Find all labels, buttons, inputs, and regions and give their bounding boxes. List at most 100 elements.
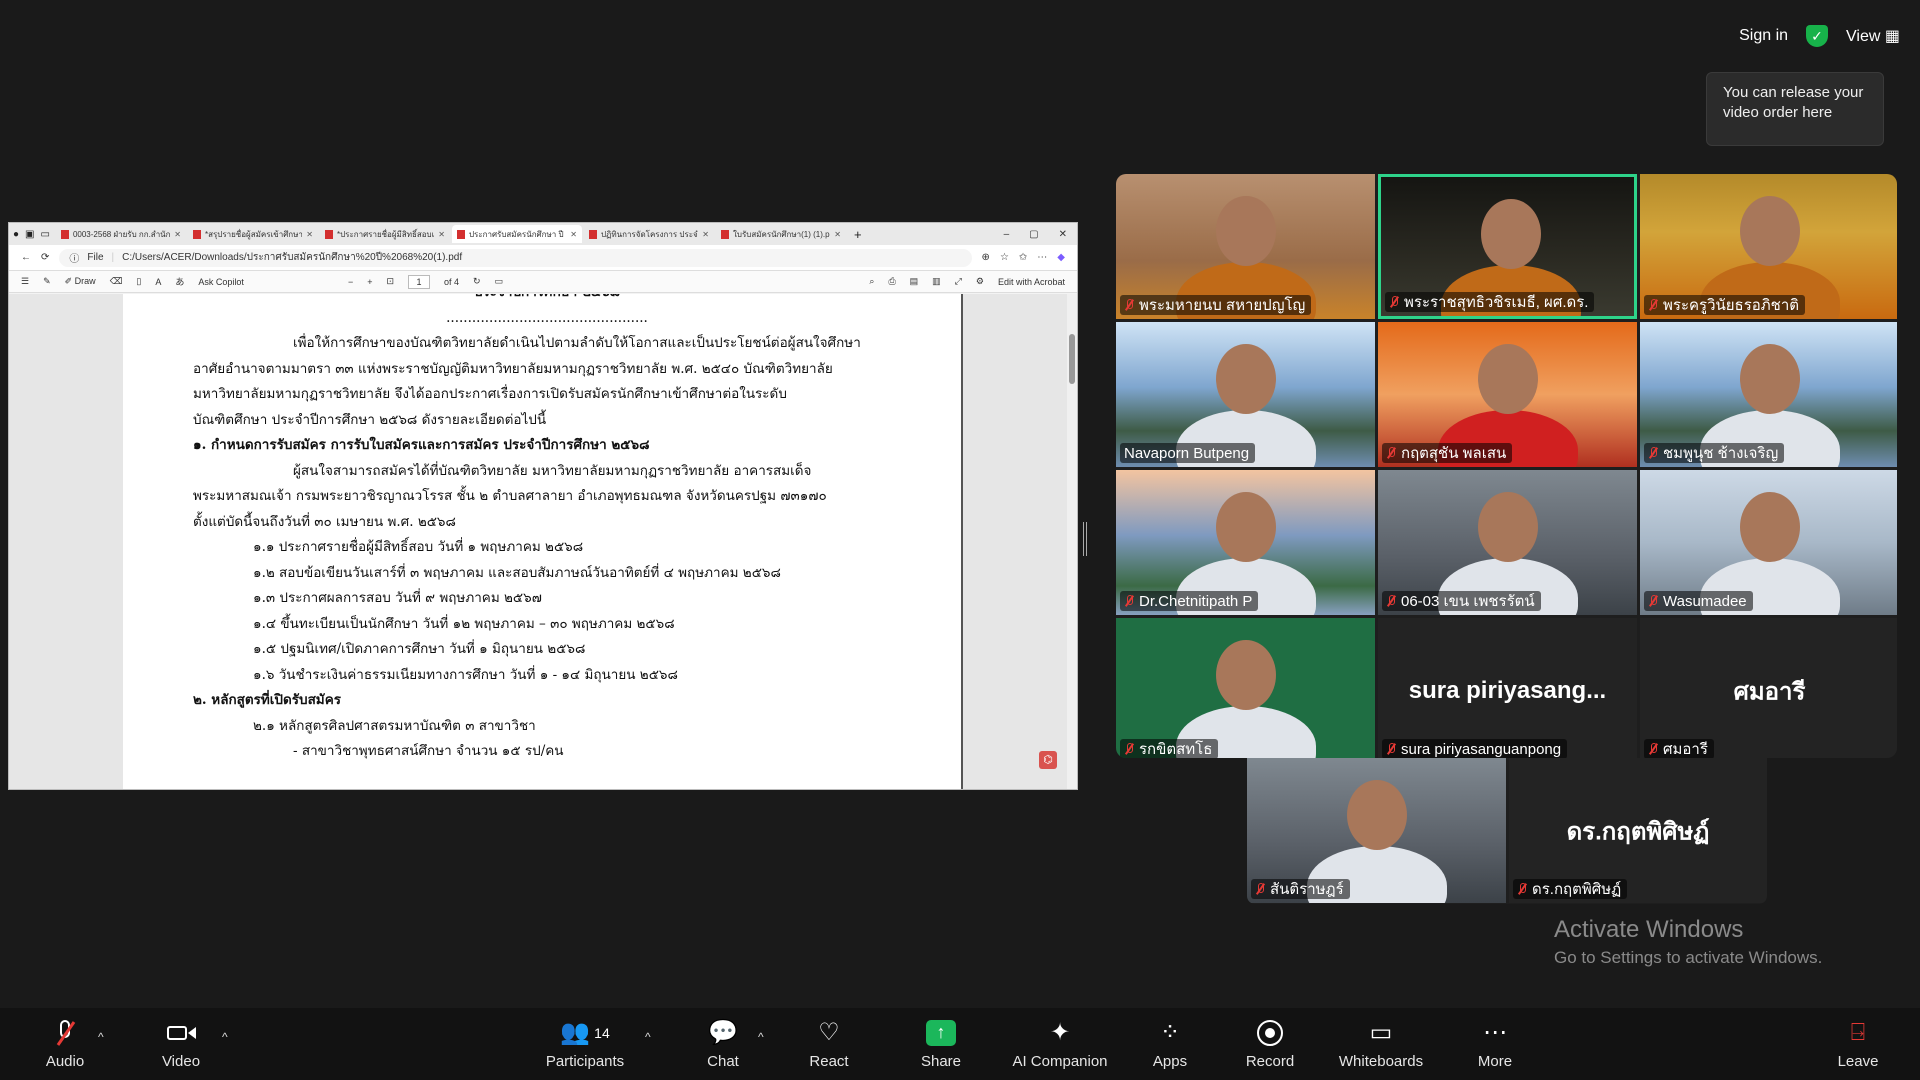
browser-tab[interactable]: ประกาศรับสมัครนักศึกษา ปี 68 ✕ — [451, 225, 582, 243]
close-tab-icon[interactable]: ✕ — [834, 230, 841, 239]
close-tab-icon[interactable]: ✕ — [438, 230, 445, 239]
audio-options-caret-icon[interactable]: ^ — [98, 1030, 104, 1044]
eraser-icon[interactable]: ⌫ — [110, 276, 123, 287]
address-bar-row: ← ⟳ ⓘ File | C:/Users/ACER/Downloads/ประ… — [9, 245, 1077, 271]
chat-icon: 💬 — [708, 1019, 738, 1046]
camera-icon — [166, 1019, 196, 1047]
leave-button[interactable]: ⍈ Leave — [1834, 1008, 1882, 1080]
participant-video-head — [1477, 492, 1538, 562]
address-bar[interactable]: ⓘ File | C:/Users/ACER/Downloads/ประกาศร… — [59, 248, 972, 267]
participant-tile[interactable]: Navaporn Butpeng — [1116, 322, 1375, 467]
rotate-icon[interactable]: ↻ — [473, 276, 481, 287]
video-options-caret-icon[interactable]: ^ — [222, 1030, 228, 1044]
page-number-input[interactable]: 1 — [408, 274, 431, 289]
participant-video-head — [1346, 780, 1407, 850]
maximize-button[interactable]: ▢ — [1029, 229, 1038, 240]
profile-icon[interactable]: ● — [13, 229, 19, 240]
window-controls: – ▢ ✕ — [1004, 229, 1077, 240]
minimize-button[interactable]: – — [1004, 229, 1010, 240]
participant-tile[interactable]: พระราชสุทธิวชิรเมธี, ผศ.ดร. — [1378, 174, 1637, 319]
tab-actions-icon[interactable]: ▭ — [41, 229, 50, 240]
highlight-icon[interactable]: ✎ — [43, 276, 51, 287]
close-tab-icon[interactable]: ✕ — [306, 230, 313, 239]
pdf-text-line: เพื่อให้การศึกษาของบัณฑิตวิทยาลัยดำเนินไ… — [293, 335, 861, 351]
translate-icon[interactable]: あ — [175, 275, 184, 288]
participant-tile[interactable]: กฤตสุชัน พลเสน — [1378, 322, 1637, 467]
participants-options-caret-icon[interactable]: ^ — [645, 1030, 651, 1044]
close-window-button[interactable]: ✕ — [1059, 229, 1067, 240]
participant-tile[interactable]: sura piriyasang... sura piriyasanguanpong — [1378, 618, 1637, 758]
participant-name: 06-03 เขน เพชรรัตน์ — [1401, 593, 1535, 610]
chat-options-caret-icon[interactable]: ^ — [758, 1030, 764, 1044]
participant-tile[interactable]: 06-03 เขน เพชรรัตน์ — [1378, 470, 1637, 615]
sign-in-button[interactable]: Sign in — [1739, 27, 1788, 45]
read-aloud-icon[interactable]: A — [155, 277, 161, 287]
more-button[interactable]: ⋯ More — [1474, 1008, 1516, 1080]
participant-tile[interactable]: Dr.Chetnitipath P — [1116, 470, 1375, 615]
zoom-in-icon[interactable]: + — [367, 277, 372, 287]
zoom-out-icon[interactable]: − — [348, 277, 353, 287]
react-button[interactable]: ♡ React — [806, 1008, 852, 1080]
close-tab-icon[interactable]: ✕ — [570, 230, 577, 239]
close-tab-icon[interactable]: ✕ — [702, 230, 709, 239]
participant-name: Wasumadee — [1663, 592, 1747, 610]
refresh-icon[interactable]: ⟳ — [41, 252, 49, 263]
fullscreen-icon[interactable]: ⤢ — [955, 276, 962, 287]
zoom-icon[interactable]: ⊕ — [982, 252, 990, 263]
ai-companion-button[interactable]: ✦ AI Companion — [1010, 1008, 1110, 1080]
split-view-handle[interactable] — [1083, 522, 1087, 556]
copilot-icon[interactable]: ◆ — [1057, 252, 1065, 263]
chat-button[interactable]: 💬 Chat — [700, 1008, 746, 1080]
browser-tab[interactable]: 0003-2568 ฝ่ายรับ กก.สำนักง ✕ — [56, 225, 186, 243]
video-button[interactable]: Video — [155, 1008, 207, 1080]
security-shield-icon[interactable]: ✓ — [1806, 25, 1829, 47]
whiteboards-button[interactable]: ▭ Whiteboards — [1336, 1008, 1426, 1080]
close-tab-icon[interactable]: ✕ — [174, 230, 181, 239]
browser-tab[interactable]: ใบรับสมัครนักศึกษา(1) (1).pdf ✕ — [716, 225, 846, 243]
participant-tile[interactable]: Wasumadee — [1640, 470, 1897, 615]
participant-tile[interactable]: พระครูวินัยธรอภิชาติ — [1640, 174, 1897, 319]
pdf-text-line: ๑. กำหนดการรับสมัคร การรับใบสมัครและการส… — [193, 437, 650, 453]
audio-label: Audio — [45, 1052, 85, 1070]
favorite-star-icon[interactable]: ☆ — [1000, 252, 1009, 263]
participant-tile[interactable]: สันติราษฎร์ — [1247, 758, 1506, 903]
browser-tab-label: ปฏิทินการจัดโครงการ ประจำปี — [600, 229, 699, 239]
workspaces-icon[interactable]: ▣ — [25, 229, 34, 240]
edit-with-acrobat-button[interactable]: Edit with Acrobat — [998, 277, 1065, 287]
participant-tile[interactable]: รกขิตสทโธ — [1116, 618, 1375, 758]
participant-tile[interactable]: ศมอารี ศมอารี — [1640, 618, 1897, 758]
view-button[interactable]: View ▦ — [1846, 26, 1900, 46]
participant-tile[interactable]: ชมพูนุช ช้างเจริญ — [1640, 322, 1897, 467]
vertical-scrollbar[interactable] — [1067, 294, 1077, 789]
back-icon[interactable]: ← — [21, 252, 31, 263]
menu-dots-icon[interactable]: ⋯ — [1037, 252, 1047, 263]
participant-name: กฤตสุชัน พลเสน — [1401, 445, 1507, 462]
browser-tab[interactable]: *ประกาศรายชื่อผู้มีสิทธิ์สอบเ ✕ — [320, 225, 450, 243]
record-button[interactable]: Record — [1244, 1008, 1296, 1080]
participants-button[interactable]: 👥 14 Participants — [540, 1008, 630, 1080]
fit-page-icon[interactable]: ⊡ — [386, 276, 394, 287]
pdf-viewer[interactable]: ประจำปีการศึกษา ๒๕๖๘....................… — [9, 294, 1077, 789]
save-as-icon[interactable]: ▥ — [932, 276, 941, 287]
settings-gear-icon[interactable]: ⚙ — [976, 276, 984, 287]
participant-tile[interactable]: ดร.กฤตพิศิษฏ์ ดร.กฤตพิศิษฏ์ — [1509, 758, 1767, 903]
draw-button[interactable]: ✐ Draw — [65, 276, 96, 287]
browser-tab[interactable]: *สรุปรายชื่อผู้สมัครเข้าศึกษา ✕ — [188, 225, 318, 243]
page-view-icon[interactable]: ▭ — [495, 276, 504, 287]
print-icon[interactable]: ⎙ — [888, 276, 895, 287]
view-mode-icon[interactable]: ▯ — [136, 276, 141, 287]
scrollbar-thumb[interactable] — [1069, 334, 1075, 384]
favorites-icon[interactable]: ✩ — [1019, 252, 1027, 263]
audio-button[interactable]: Audio — [40, 1008, 90, 1080]
contents-icon[interactable]: ☰ — [21, 276, 29, 287]
share-button[interactable]: ↑ Share — [918, 1008, 964, 1080]
pdf-text-line: ผู้สนใจสามารถสมัครได้ที่บัณฑิตวิทยาลัย ม… — [293, 462, 812, 479]
save-icon[interactable]: ▤ — [910, 276, 919, 287]
participant-tile[interactable]: พระมหายนบ สหายปญโญ — [1116, 174, 1375, 319]
new-tab-button[interactable]: + — [854, 227, 862, 242]
ask-copilot-button[interactable]: Ask Copilot — [198, 277, 244, 287]
apps-button[interactable]: ⁘ Apps — [1150, 1008, 1190, 1080]
browser-tab[interactable]: ปฏิทินการจัดโครงการ ประจำปี ✕ — [584, 225, 714, 243]
acrobat-icon[interactable]: ⌬ — [1039, 751, 1057, 769]
search-icon[interactable]: ⌕ — [869, 276, 874, 287]
